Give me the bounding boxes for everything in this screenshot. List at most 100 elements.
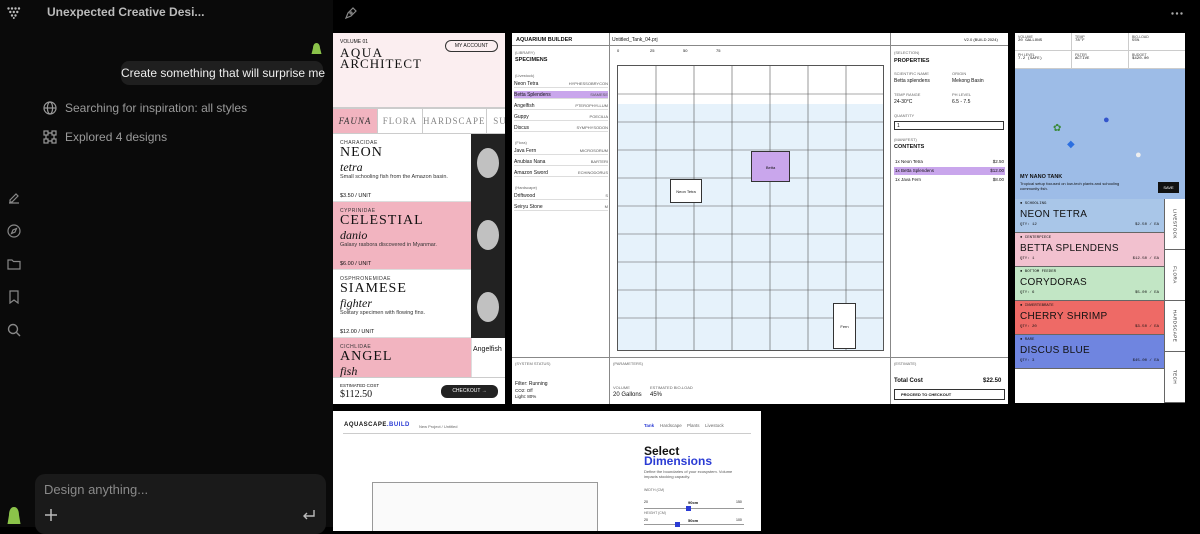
total-cost-label: Total Cost	[894, 378, 923, 384]
library-item-name: Angelfish	[514, 103, 535, 109]
tank-preview	[372, 482, 598, 531]
card1-header: VOLUME 01 AQUA ARCHITECT MY ACCOUNT	[333, 33, 505, 108]
temp-value: 24-30°C	[894, 99, 913, 105]
tab-more[interactable]: SU	[487, 109, 505, 133]
heading-dimensions: Dimensions	[644, 454, 713, 468]
livestock-qty: QTY: 1	[1020, 257, 1035, 261]
library-item[interactable]: Angelfish PTEROPHYLLUM	[514, 102, 608, 110]
qty-input[interactable]: 1	[894, 121, 1004, 130]
tab-fauna[interactable]: FAUNA	[333, 109, 378, 133]
stat-cell: BIO-LOAD 55%	[1129, 33, 1185, 51]
height-slider[interactable]	[644, 522, 744, 527]
tank-item-neon-tetra[interactable]: Neon Tetra	[670, 179, 702, 203]
side-tab[interactable]: TECH	[1165, 352, 1185, 403]
light-status: Light: 80%	[515, 394, 537, 399]
library-item[interactable]: Amazon Sword ECHINODORUS	[514, 169, 608, 177]
library-section-label: (Livestock)	[515, 73, 535, 78]
product-name-italic: fighter	[340, 296, 372, 310]
library-item[interactable]: Discus SYMPHYSODON	[514, 124, 608, 132]
tank-item-fern[interactable]: Fern	[833, 303, 856, 349]
tab-hardscape[interactable]: HARDSCAPE	[423, 109, 487, 133]
plus-icon[interactable]	[43, 507, 59, 523]
library-item[interactable]: Guppy POECILIA	[514, 113, 608, 121]
fish-photo-shape	[477, 292, 499, 322]
nav-hardscape[interactable]: Hardscape	[660, 423, 682, 428]
dimensions-desc: Define the boundaries of your ecosystem.…	[644, 469, 733, 479]
more-menu-icon[interactable]	[1169, 5, 1185, 21]
stat-value: 55%	[1132, 39, 1140, 43]
volume-value: 20 Gallons	[613, 392, 642, 398]
card2-divider-left	[609, 33, 610, 404]
nav-plants[interactable]: Plants	[687, 423, 700, 428]
product-price: $6.00 / UNIT	[340, 261, 372, 267]
livestock-row[interactable]: ● SCHOOLING NEON TETRA QTY: 12 $2.50 / EA	[1015, 199, 1164, 233]
design-card-aquascape-build[interactable]: AQUASCAPE.BUILD New Project / Untitled T…	[333, 411, 761, 531]
livestock-category: ● BOTTOM FEEDER	[1020, 270, 1057, 274]
livestock-row[interactable]: ● RARE DISCUS BLUE QTY: 3 $45.00 / EA	[1015, 335, 1164, 369]
design-card-aqua-architect[interactable]: VOLUME 01 AQUA ARCHITECT MY ACCOUNT FAUN…	[333, 33, 505, 404]
library-item-genus: S	[605, 193, 608, 198]
status-search: Searching for inspiration: all styles	[43, 101, 247, 115]
compass-icon[interactable]	[7, 224, 21, 238]
nav-livestock[interactable]: Livestock	[705, 423, 724, 428]
search-icon[interactable]	[7, 323, 21, 337]
design-card-aquarium-builder[interactable]: AQUARIUM BUILDER Untitled_Tank_04.prj V2…	[512, 33, 1008, 404]
card1-footer: ESTIMATED COST $112.50 CHECKOUT →	[333, 377, 505, 404]
stat-cell: TEMP 78°F	[1072, 33, 1129, 51]
library-item[interactable]: Java Fern MICROSORUM	[514, 147, 608, 155]
nav-tank[interactable]: Tank	[644, 423, 654, 428]
library-item[interactable]: Seiryu Stone M	[514, 203, 608, 211]
width-slider[interactable]	[644, 506, 744, 511]
product-name-italic: tetra	[340, 160, 363, 174]
livestock-row[interactable]: ● BOTTOM FEEDER CORYDORAS QTY: 6 $5.00 / EA	[1015, 267, 1164, 301]
bookmark-icon[interactable]	[7, 290, 21, 304]
library-item[interactable]: Anubias Nana BARTERI	[514, 158, 608, 166]
livestock-price: $5.00 / EA	[1134, 291, 1159, 295]
livestock-row[interactable]: ● CENTERPIECE BETTA SPLENDENS QTY: 1 $12.50…	[1015, 233, 1164, 267]
width-slider-thumb[interactable]	[686, 506, 691, 511]
pen-tool-icon[interactable]	[343, 5, 359, 21]
composer: Design anything...	[35, 474, 326, 534]
card2-topbar	[512, 33, 1008, 46]
library-item-genus: ECHINODORUS	[577, 170, 608, 175]
edit-icon[interactable]	[7, 191, 21, 205]
library-item-genus: HYPHESSOBRYCON	[568, 81, 608, 86]
livestock-row[interactable]: ● INVERTEBRATE CHERRY SHRIMP QTY: 20 $3.50 …	[1015, 301, 1164, 335]
livestock-list: ● SCHOOLING NEON TETRA QTY: 12 $2.50 / EA ● …	[1015, 199, 1164, 403]
save-button[interactable]: SAVE	[1158, 182, 1179, 193]
app-title[interactable]: Unexpected Creative Desi...	[47, 5, 204, 19]
livestock-name: CHERRY SHRIMP	[1020, 311, 1108, 322]
logo-icon[interactable]	[6, 5, 22, 21]
proceed-checkout-button[interactable]: PROCEED TO CHECKOUT	[894, 389, 1005, 400]
ruler-tick-label: 25	[650, 48, 655, 53]
product-item[interactable]: CYPRINIDAE CELESTIAL danio Galaxy rasbora d…	[333, 202, 505, 270]
card1-title2: ARCHITECT	[340, 56, 422, 71]
folder-icon[interactable]	[7, 257, 21, 271]
logo-part3: .BUILD	[386, 422, 410, 428]
origin-value: Mekong Basin	[952, 78, 984, 84]
send-icon[interactable]	[300, 507, 316, 523]
user-avatar-bottom-icon[interactable]	[6, 506, 22, 526]
composer-input[interactable]: Design anything...	[44, 482, 148, 497]
co2-status: CO2: Off	[515, 388, 533, 393]
checkout-button[interactable]: CHECKOUT →	[441, 385, 498, 398]
product-item[interactable]: OSPHRONEMIDAE SIAMESE fighter Solitary spec…	[333, 270, 505, 338]
library-item[interactable]: Driftwood S	[514, 192, 608, 200]
tab-flora[interactable]: FLORA	[378, 109, 423, 133]
library-item[interactable]: Neon Tetra HYPHESSOBRYCON	[514, 80, 608, 88]
product-item[interactable]: CHARACIDAE NEON tetra Small schooling fish …	[333, 134, 505, 202]
properties-title: PROPERTIES	[894, 58, 930, 64]
stone-icon: ●	[1135, 149, 1142, 161]
side-tab[interactable]: HARDSCAPE	[1165, 301, 1185, 352]
library-item[interactable]: Betta Splendens SIAMESE	[514, 91, 608, 99]
side-tabs: LIVESTOCK FLORA HARDSCAPE TECH	[1164, 199, 1185, 403]
livestock-name: BETTA SPLENDENS	[1020, 243, 1119, 254]
height-slider-thumb[interactable]	[675, 522, 680, 527]
my-account-button[interactable]: MY ACCOUNT	[445, 40, 498, 52]
system-status-tag: (SYSTEM STATUS)	[515, 361, 551, 366]
design-card-nano-tank[interactable]: ✿ ◆ ● ● MY NANO TANK Tropical setup focu…	[1015, 33, 1185, 403]
tank-item-betta[interactable]: Betta	[751, 151, 790, 182]
side-tab[interactable]: FLORA	[1165, 250, 1185, 301]
tank-canvas[interactable]: Neon Tetra Betta Fern	[617, 65, 884, 351]
side-tab[interactable]: LIVESTOCK	[1165, 199, 1185, 250]
